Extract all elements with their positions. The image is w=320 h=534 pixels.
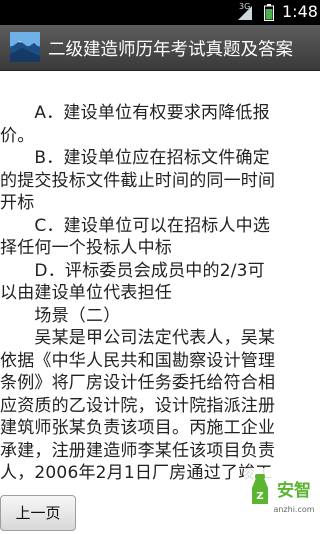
article-line: 条例》将厂房设计任务委托给符合相 <box>0 373 276 393</box>
article-line: B．建设单位应在招标文件确定 <box>0 148 270 168</box>
app-title: 二级建造师历年考试真题及答案 <box>48 40 293 60</box>
article-line: 的提交投标文件截止时间的同一时间 <box>0 170 276 191</box>
article-line: 吴某是甲公司法定代表人，吴某 <box>0 328 276 348</box>
svg-text:Z: Z <box>256 491 263 502</box>
battery-icon <box>264 4 274 21</box>
status-bar: 3G 1:48 <box>0 0 320 25</box>
article-line: D．评标委员会成员中的2/3可 <box>0 260 265 281</box>
article-line: 应资质的乙设计院，设计院指派注册 <box>0 395 276 416</box>
article-line: A．建设单位有权要求丙降低报 <box>0 103 270 123</box>
article-line: 依据《中华人民共和国勘察设计管理 <box>0 350 276 371</box>
app-title-bar: 二级建造师历年考试真题及答案 <box>0 25 320 71</box>
article-line: C．建设单位可以在招标人中选 <box>0 215 271 236</box>
status-time: 1:48 <box>282 2 318 21</box>
svg-text:anzhi.com: anzhi.com <box>273 505 314 514</box>
article-line: 价。 <box>0 125 35 146</box>
anzhi-watermark-logo: Z 安智 anzhi.com <box>244 468 320 534</box>
article-line: 场景（二） <box>0 305 121 326</box>
svg-text:安智: 安智 <box>277 480 311 501</box>
signal-icon <box>238 6 252 20</box>
article-line: 承建，注册建造师李某任该项目负责 <box>0 440 276 461</box>
app-landscape-icon <box>10 32 40 62</box>
article-scroll-view[interactable]: A．建设单位有权要求丙降低报 价。 B．建设单位应在招标文件确定 的提交投标文件… <box>0 71 320 491</box>
bottom-bar: 上一页 Z 安智 anzhi.com <box>0 468 320 534</box>
article-line: 建筑师张某负责该项目。丙施工企业 <box>0 418 276 438</box>
article-line: 以由建设单位代表担任 <box>0 283 172 303</box>
article-text: A．建设单位有权要求丙降低报 价。 B．建设单位应在招标文件确定 的提交投标文件… <box>0 102 320 485</box>
article-line: 开标 <box>0 193 35 213</box>
prev-page-button[interactable]: 上一页 <box>0 495 76 531</box>
article-line: 择任何一个投标人中标 <box>0 238 172 258</box>
